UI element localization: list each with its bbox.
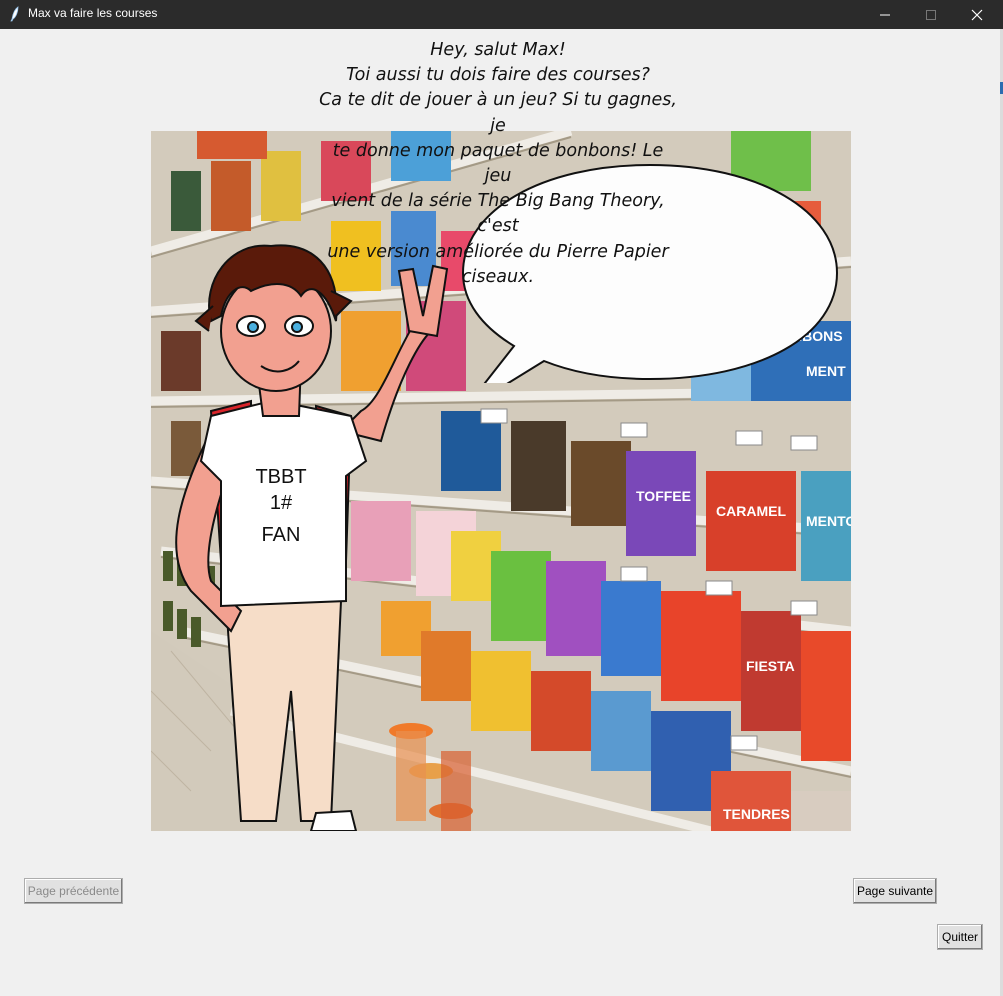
speech-text: Hey, salut Max! Toi aussi tu dois faire …: [318, 38, 678, 287]
speech-line: Ca te dit de jouer à un jeu? Si tu gagne…: [319, 90, 677, 136]
package-text: TOFFEE: [636, 488, 691, 504]
feather-icon: [10, 6, 19, 22]
title-bar: Max va faire les courses: [0, 0, 1003, 29]
speech-line: Toi aussi tu dois faire des courses?: [346, 65, 650, 86]
next-page-button[interactable]: Page suivante: [853, 878, 937, 904]
package-text: CARAMEL: [716, 503, 786, 519]
shirt-text: 1#: [270, 492, 293, 514]
shirt-text: TBBT: [255, 466, 306, 488]
maximize-button[interactable]: [908, 0, 954, 29]
window-title: Max va faire les courses: [28, 6, 158, 20]
speech-line: Hey, salut Max!: [430, 40, 566, 60]
maximize-icon: [926, 9, 936, 20]
minimize-icon: [880, 14, 890, 15]
package-text: FIESTA: [746, 658, 795, 674]
speech-line: ciseaux.: [461, 266, 535, 287]
close-button[interactable]: [954, 0, 1000, 29]
speech-line: te donne mon paquet de bonbons! Le jeu: [332, 140, 664, 187]
shirt-text: FAN: [262, 524, 301, 546]
package-text: TENDRES: [723, 806, 790, 822]
close-icon: [971, 9, 983, 20]
minimize-button[interactable]: [862, 0, 908, 29]
quit-button[interactable]: Quitter: [937, 924, 983, 950]
package-text: MENTOS: [806, 513, 851, 529]
speech-line: une version améliorée du Pierre Papier: [327, 241, 669, 262]
previous-page-button[interactable]: Page précédente: [24, 878, 123, 904]
speech-line: vient de la série The Big Bang Theory, c…: [331, 191, 665, 237]
